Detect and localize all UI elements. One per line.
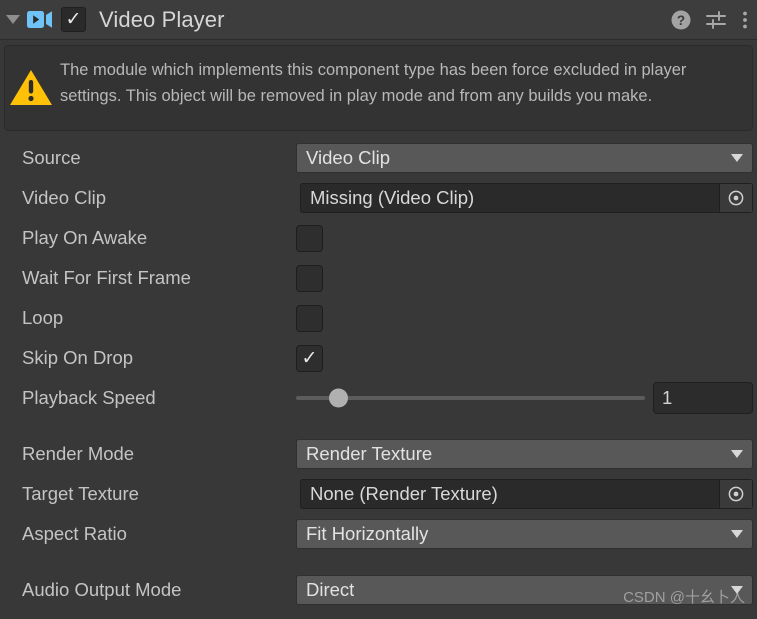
- row-target-texture: Target Texture None (Render Texture): [0, 474, 757, 514]
- play-on-awake-checkbox[interactable]: [296, 224, 323, 252]
- warning-icon: [5, 46, 57, 108]
- render-mode-dropdown[interactable]: Render Texture: [296, 439, 753, 469]
- preset-icon[interactable]: [705, 9, 728, 31]
- chevron-down-icon: [731, 530, 743, 538]
- label-render-mode: Render Mode: [22, 443, 135, 464]
- label-wait-for-first-frame: Wait For First Frame: [22, 267, 191, 288]
- component-title: Video Player: [99, 6, 225, 32]
- warning-help-box: The module which implements this compone…: [4, 45, 753, 131]
- label-skip-on-drop: Skip On Drop: [22, 347, 134, 368]
- checkmark-icon: ✓: [301, 347, 318, 369]
- skip-on-drop-checkbox[interactable]: ✓: [296, 344, 323, 372]
- more-menu-icon[interactable]: [741, 9, 749, 31]
- row-loop: Loop: [0, 298, 757, 338]
- svg-text:?: ?: [677, 13, 685, 28]
- row-aspect-ratio: Aspect Ratio Fit Horizontally: [0, 514, 757, 554]
- label-aspect-ratio: Aspect Ratio: [22, 523, 127, 544]
- audio-output-mode-value: Direct: [306, 579, 355, 600]
- source-value: Video Clip: [306, 147, 390, 168]
- label-loop: Loop: [22, 307, 64, 328]
- help-icon[interactable]: ?: [670, 9, 692, 31]
- video-player-inspector: ✓ Video Player ? The module which implem…: [0, 0, 757, 619]
- chevron-down-icon: [731, 586, 743, 594]
- foldout-arrow-icon[interactable]: [2, 15, 24, 24]
- loop-checkbox[interactable]: [296, 304, 323, 332]
- row-wait-for-first-frame: Wait For First Frame: [0, 258, 757, 298]
- label-playback-speed: Playback Speed: [22, 387, 156, 408]
- audio-output-mode-dropdown[interactable]: Direct: [296, 575, 753, 605]
- label-audio-output-mode: Audio Output Mode: [22, 579, 182, 600]
- aspect-ratio-value: Fit Horizontally: [306, 523, 429, 544]
- label-video-clip: Video Clip: [22, 187, 106, 208]
- header-icon-group: ?: [670, 0, 749, 40]
- row-render-mode: Render Mode Render Texture: [0, 434, 757, 474]
- label-target-texture: Target Texture: [22, 483, 139, 504]
- row-audio-output-mode: Audio Output Mode Direct: [0, 570, 757, 610]
- video-player-icon: [26, 9, 54, 31]
- checkmark-icon: ✓: [65, 9, 82, 30]
- video-clip-value: Missing (Video Clip): [310, 187, 475, 208]
- warning-message: The module which implements this compone…: [60, 61, 687, 105]
- component-header: ✓ Video Player ?: [0, 0, 757, 40]
- chevron-down-icon: [731, 450, 743, 458]
- target-texture-object-field[interactable]: None (Render Texture): [300, 479, 753, 509]
- playback-speed-value: 1: [662, 387, 673, 408]
- row-video-clip: Video Clip Missing (Video Clip): [0, 178, 757, 218]
- playback-speed-number-field[interactable]: 1: [653, 382, 753, 414]
- label-source: Source: [22, 147, 81, 168]
- render-mode-value: Render Texture: [306, 443, 433, 464]
- source-dropdown[interactable]: Video Clip: [296, 143, 753, 173]
- component-enabled-checkbox[interactable]: ✓: [61, 7, 86, 32]
- aspect-ratio-dropdown[interactable]: Fit Horizontally: [296, 519, 753, 549]
- playback-speed-slider-handle[interactable]: [328, 388, 348, 408]
- row-source: Source Video Clip: [0, 138, 757, 178]
- row-play-on-awake: Play On Awake: [0, 218, 757, 258]
- object-picker-icon[interactable]: [719, 184, 752, 212]
- playback-speed-slider[interactable]: [296, 388, 645, 408]
- row-skip-on-drop: Skip On Drop ✓: [0, 338, 757, 378]
- label-play-on-awake: Play On Awake: [22, 227, 148, 248]
- chevron-down-icon: [731, 154, 743, 162]
- object-picker-icon[interactable]: [719, 480, 752, 508]
- target-texture-value: None (Render Texture): [310, 483, 498, 504]
- video-clip-object-field[interactable]: Missing (Video Clip): [300, 183, 753, 213]
- row-playback-speed: Playback Speed 1: [0, 378, 757, 418]
- wait-for-first-frame-checkbox[interactable]: [296, 264, 323, 292]
